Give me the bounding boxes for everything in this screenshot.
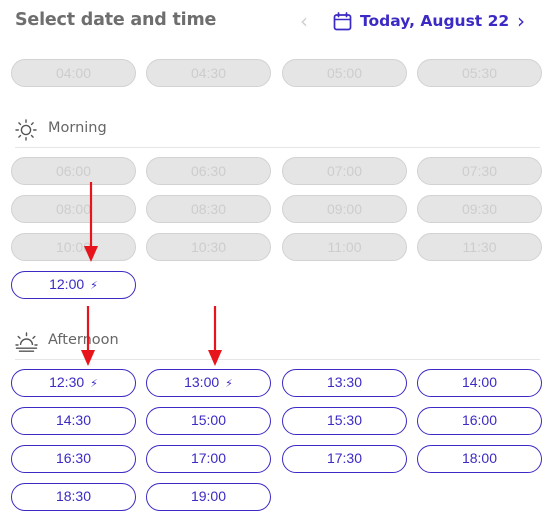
time-slot-1730[interactable]: 17:30 bbox=[282, 445, 407, 473]
calendar-icon[interactable] bbox=[333, 12, 352, 31]
time-slot-0530: 05:30 bbox=[417, 59, 542, 87]
time-slot-label: 17:00 bbox=[190, 450, 227, 466]
time-slot-label: 18:00 bbox=[461, 450, 498, 466]
time-slot-0400: 04:00 bbox=[11, 59, 136, 87]
time-slot-label: 07:30 bbox=[461, 163, 498, 179]
time-slot-label: 13:00 bbox=[184, 374, 220, 390]
time-slot-label: 16:00 bbox=[461, 412, 498, 428]
time-slot-1230[interactable]: 12:30 ⚡ bbox=[11, 369, 136, 397]
time-slot-1830[interactable]: 18:30 bbox=[11, 483, 136, 511]
time-slot-1900[interactable]: 19:00 bbox=[146, 483, 271, 511]
annotation-arrow bbox=[208, 306, 222, 366]
chevron-left-icon[interactable]: ‹ bbox=[293, 9, 315, 33]
time-slot-0630: 06:30 bbox=[146, 157, 271, 185]
annotation-arrow bbox=[81, 306, 95, 366]
time-slot-label: 17:30 bbox=[326, 450, 363, 466]
time-slot-1000: 10:00 bbox=[11, 233, 136, 261]
header: Select date and time ‹ Today, August 22 … bbox=[0, 0, 548, 46]
time-slot-label: 13:30 bbox=[326, 374, 363, 390]
page-title: Select date and time bbox=[15, 10, 217, 30]
time-slot-1200[interactable]: 12:00 ⚡ bbox=[11, 271, 136, 299]
time-slot-1630[interactable]: 16:30 bbox=[11, 445, 136, 473]
time-slot-label: 19:00 bbox=[190, 488, 227, 504]
sun-icon bbox=[15, 119, 37, 141]
time-slot-label: 14:00 bbox=[461, 374, 498, 390]
time-slot-0830: 08:30 bbox=[146, 195, 271, 223]
time-slot-label: 09:30 bbox=[461, 201, 498, 217]
lightning-icon: ⚡ bbox=[225, 377, 233, 390]
morning-section-header: Morning bbox=[15, 118, 540, 142]
time-slot-label: 09:00 bbox=[326, 201, 363, 217]
time-slot-label: 12:00 bbox=[49, 276, 85, 292]
time-slot-label: 15:00 bbox=[190, 412, 227, 428]
time-slot-label: 04:00 bbox=[55, 65, 92, 81]
time-slot-1030: 10:30 bbox=[146, 233, 271, 261]
time-slot-label: 06:00 bbox=[55, 163, 92, 179]
time-slot-1600[interactable]: 16:00 bbox=[417, 407, 542, 435]
divider bbox=[15, 147, 540, 148]
time-slot-label: 08:30 bbox=[190, 201, 227, 217]
time-slot-0900: 09:00 bbox=[282, 195, 407, 223]
time-slot-0500: 05:00 bbox=[282, 59, 407, 87]
time-slot-label: 05:00 bbox=[326, 65, 363, 81]
time-slot-label: 16:30 bbox=[55, 450, 92, 466]
time-slot-1400[interactable]: 14:00 bbox=[417, 369, 542, 397]
time-slot-1700[interactable]: 17:00 bbox=[146, 445, 271, 473]
time-slot-0800: 08:00 bbox=[11, 195, 136, 223]
time-slot-1500[interactable]: 15:00 bbox=[146, 407, 271, 435]
time-slot-1130: 11:30 bbox=[417, 233, 542, 261]
sunset-icon bbox=[15, 332, 38, 352]
time-slot-1430[interactable]: 14:30 bbox=[11, 407, 136, 435]
time-slot-label: 18:30 bbox=[55, 488, 92, 504]
time-slot-label: 06:30 bbox=[190, 163, 227, 179]
annotation-arrow bbox=[84, 182, 98, 262]
time-slot-label: 12:30 bbox=[49, 374, 85, 390]
time-slot-0600: 06:00 bbox=[11, 157, 136, 185]
time-slot-label: 14:30 bbox=[55, 412, 92, 428]
time-slot-label: 15:30 bbox=[326, 412, 363, 428]
time-slot-0930: 09:30 bbox=[417, 195, 542, 223]
time-slot-1100: 11:00 bbox=[282, 233, 407, 261]
lightning-icon: ⚡ bbox=[90, 377, 98, 390]
time-slot-label: 10:30 bbox=[190, 239, 227, 255]
time-slot-label: 05:30 bbox=[461, 65, 498, 81]
date-selector[interactable]: Today, August 22 bbox=[360, 12, 509, 30]
time-slot-1530[interactable]: 15:30 bbox=[282, 407, 407, 435]
time-slot-0730: 07:30 bbox=[417, 157, 542, 185]
lightning-icon: ⚡ bbox=[90, 279, 98, 292]
time-slot-1330[interactable]: 13:30 bbox=[282, 369, 407, 397]
morning-label: Morning bbox=[48, 120, 107, 136]
time-slot-0430: 04:30 bbox=[146, 59, 271, 87]
time-slot-label: 07:00 bbox=[326, 163, 363, 179]
time-slot-label: 11:00 bbox=[327, 239, 362, 255]
time-slot-0700: 07:00 bbox=[282, 157, 407, 185]
time-slot-label: 11:30 bbox=[462, 239, 497, 255]
time-slot-1300[interactable]: 13:00 ⚡ bbox=[146, 369, 271, 397]
chevron-right-icon[interactable]: › bbox=[510, 9, 532, 33]
time-slot-label: 04:30 bbox=[190, 65, 227, 81]
time-slot-1800[interactable]: 18:00 bbox=[417, 445, 542, 473]
